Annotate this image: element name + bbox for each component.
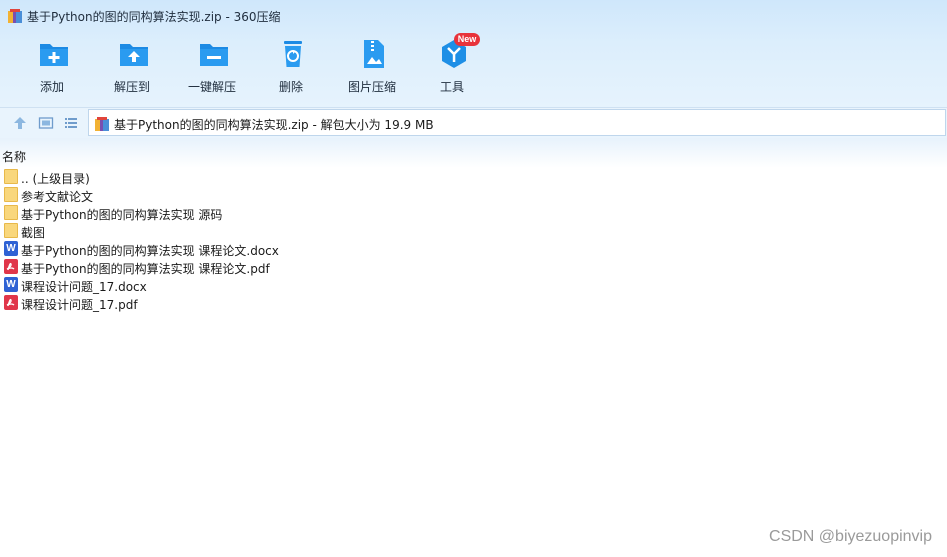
- file-name: .. (上级目录): [21, 172, 90, 186]
- address-row: 基于Python的图的同构算法实现.zip - 解包大小为 19.9 MB: [0, 107, 947, 138]
- file-name: 基于Python的图的同构算法实现 课程论文.pdf: [21, 262, 270, 276]
- add-label: 添加: [39, 80, 64, 94]
- list-item[interactable]: W 基于Python的图的同构算法实现 课程论文.docx: [0, 240, 947, 258]
- add-folder-icon: [40, 44, 68, 66]
- list-item[interactable]: .. (上级目录): [0, 168, 947, 186]
- folder-icon: [4, 223, 18, 238]
- word-document-icon: W: [4, 277, 18, 292]
- watermark: CSDN @biyezuopinvip: [769, 528, 932, 545]
- one-click-extract-button[interactable]: 一键解压: [180, 38, 244, 98]
- folder-icon: [4, 169, 18, 184]
- list-item[interactable]: 基于Python的图的同构算法实现 课程论文.pdf: [0, 258, 947, 276]
- tools-button[interactable]: 工具: [420, 38, 484, 98]
- up-arrow-icon[interactable]: [12, 115, 28, 131]
- recycle-bin-icon: [284, 41, 302, 67]
- word-document-icon: W: [4, 241, 18, 256]
- delete-button[interactable]: 删除: [259, 38, 323, 98]
- image-compress-icon: [364, 40, 384, 68]
- file-name: 课程设计问题_17.docx: [21, 280, 147, 294]
- image-compress-button[interactable]: 图片压缩: [340, 38, 404, 98]
- extract-to-label: 解压到: [113, 80, 150, 94]
- file-name: 参考文献论文: [21, 190, 94, 204]
- add-button[interactable]: 添加: [20, 38, 84, 98]
- extract-to-button[interactable]: 解压到: [100, 38, 164, 98]
- list-item[interactable]: 参考文献论文: [0, 186, 947, 204]
- column-header-name[interactable]: 名称: [2, 148, 26, 165]
- new-badge: New: [454, 33, 480, 46]
- list-item[interactable]: 截图: [0, 222, 947, 240]
- list-item[interactable]: 课程设计问题_17.pdf: [0, 294, 947, 312]
- one-click-extract-icon: [200, 44, 228, 66]
- zip-archive-icon: [8, 9, 22, 23]
- toolbar-area: 基于Python的图的同构算法实现.zip - 360压缩 添加 解压到 一键解…: [0, 0, 947, 108]
- delete-label: 删除: [278, 80, 303, 94]
- thumbnail-view-icon[interactable]: [38, 115, 54, 131]
- file-name: 截图: [21, 226, 46, 240]
- file-list: .. (上级目录) 参考文献论文 基于Python的图的同构算法实现 源码 截图…: [0, 168, 947, 312]
- image-compress-label: 图片压缩: [347, 80, 396, 94]
- file-name: 基于Python的图的同构算法实现 课程论文.docx: [21, 244, 279, 258]
- one-click-extract-label: 一键解压: [187, 80, 236, 94]
- folder-icon: [4, 205, 18, 220]
- zip-archive-icon: [95, 117, 109, 131]
- address-bar[interactable]: 基于Python的图的同构算法实现.zip - 解包大小为 19.9 MB: [88, 109, 946, 136]
- file-name: 课程设计问题_17.pdf: [21, 298, 138, 312]
- header-band: [0, 138, 947, 168]
- list-item[interactable]: 基于Python的图的同构算法实现 源码: [0, 204, 947, 222]
- window-title: 基于Python的图的同构算法实现.zip - 360压缩: [27, 10, 281, 24]
- list-item[interactable]: W 课程设计问题_17.docx: [0, 276, 947, 294]
- title-bar: 基于Python的图的同构算法实现.zip - 360压缩: [0, 0, 947, 32]
- extract-to-icon: [120, 44, 148, 66]
- folder-icon: [4, 187, 18, 202]
- address-text: 基于Python的图的同构算法实现.zip - 解包大小为 19.9 MB: [114, 118, 434, 132]
- file-name: 基于Python的图的同构算法实现 源码: [21, 208, 223, 222]
- tools-label: 工具: [439, 80, 464, 94]
- list-view-icon[interactable]: [63, 115, 79, 131]
- pdf-document-icon: [4, 259, 18, 274]
- pdf-document-icon: [4, 295, 18, 310]
